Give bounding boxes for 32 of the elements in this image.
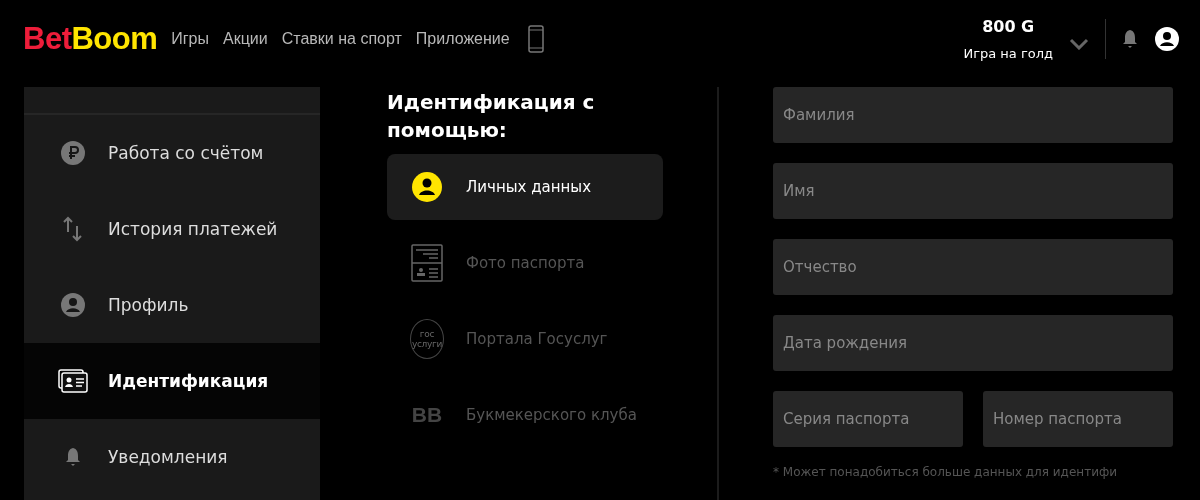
footnote: * Может понадобиться больше данных для идентифи [773, 465, 1118, 479]
user-icon [58, 293, 88, 317]
phone-icon[interactable] [527, 25, 544, 53]
input-field[interactable]: Имя [773, 163, 1173, 219]
sidebar-item[interactable]: Работа со счётом [24, 115, 320, 191]
id-card-icon [58, 369, 88, 393]
logo[interactable]: BetBoom [23, 21, 158, 57]
method-option[interactable]: Личных данных [387, 154, 663, 220]
input-field[interactable]: Отчество [773, 239, 1173, 295]
chevron-down-icon[interactable] [1069, 38, 1089, 50]
input-field[interactable]: Номер паспорта [983, 391, 1173, 447]
nav-link[interactable]: Акции [223, 30, 268, 48]
nav-link[interactable]: Ставки на спорт [281, 30, 402, 48]
ruble-icon [58, 141, 88, 165]
balance-amount: 800 G [982, 17, 1035, 36]
input-field[interactable]: Серия паспорта [773, 391, 963, 447]
sidebar-item[interactable]: История платежей [24, 191, 320, 267]
input-field[interactable]: Дата рождения [773, 315, 1173, 371]
sidebar-item[interactable]: Профиль [24, 267, 320, 343]
input-field[interactable]: Фамилия [773, 87, 1173, 143]
passport-icon [411, 244, 443, 282]
method-option[interactable]: гос услуги Портала Госуслуг [387, 306, 663, 372]
nav-link[interactable]: Игры [171, 30, 209, 48]
sidebar-item[interactable]: Идентификация [24, 343, 320, 419]
user-icon[interactable] [1154, 26, 1180, 52]
section-title: Идентификация с помощью: [387, 89, 596, 144]
nav-link[interactable]: Приложение [415, 30, 510, 48]
user-icon [412, 172, 442, 202]
sidebar-item[interactable]: Уведомления [24, 419, 320, 495]
balance-label: Игра на голд [963, 46, 1053, 61]
bell-icon[interactable] [1122, 29, 1138, 49]
club-logo: BB [411, 403, 443, 427]
